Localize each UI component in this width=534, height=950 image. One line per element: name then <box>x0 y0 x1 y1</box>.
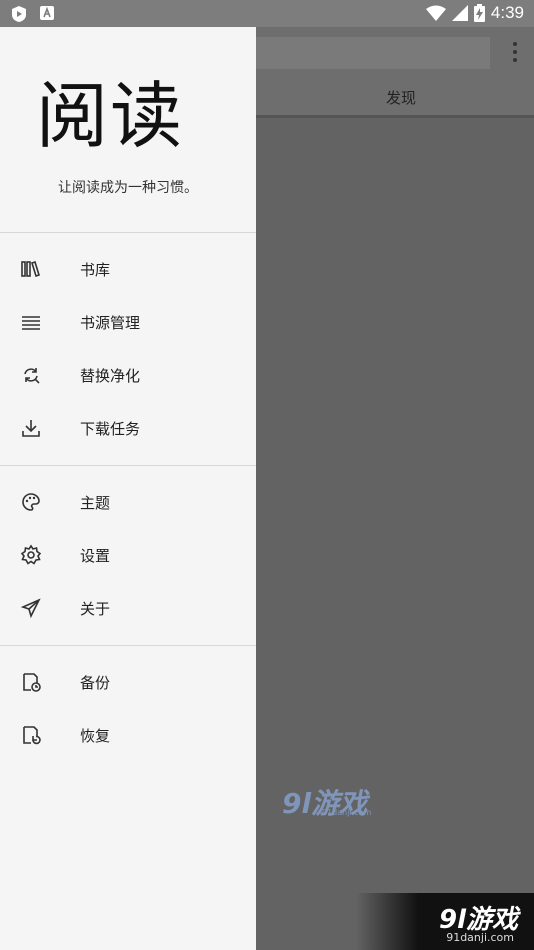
status-bar: 4:39 <box>0 0 534 27</box>
menu-label: 主题 <box>80 493 111 512</box>
palette-icon <box>22 493 40 511</box>
app-slogan: 让阅读成为一种习惯。 <box>58 180 198 196</box>
download-icon <box>22 420 40 437</box>
menu-label: 下载任务 <box>80 419 141 438</box>
menu-item-settings[interactable]: 设置 <box>0 530 256 580</box>
menu-label: 设置 <box>80 546 111 565</box>
play-shield-icon <box>12 6 26 22</box>
replace-icon <box>24 368 40 384</box>
a-notification-icon <box>40 6 54 20</box>
restore-icon <box>23 726 41 745</box>
signal-icon <box>451 5 468 21</box>
more-vert-icon[interactable] <box>510 41 520 63</box>
drawer-divider <box>0 645 256 646</box>
gear-icon <box>20 544 42 565</box>
app-bar: 发现 <box>256 27 534 118</box>
watermark-logo-faint: 9l游戏 91danji.com <box>282 787 372 820</box>
drawer-divider <box>0 465 256 466</box>
bookshelf-icon <box>21 260 40 278</box>
menu-item-replace[interactable]: 替换净化 <box>0 350 256 400</box>
menu-item-about[interactable]: 关于 <box>0 583 256 633</box>
menu-label: 备份 <box>80 673 111 692</box>
navigation-drawer: 阅读 让阅读成为一种习惯。 书库 书源管理 替换净化 下载任务 主题 设置 关于… <box>0 27 256 950</box>
tab-divider <box>256 115 534 118</box>
list-icon <box>22 316 40 330</box>
drawer-divider <box>0 232 256 233</box>
watermark-url: 91danji.com <box>446 931 514 944</box>
tab-find[interactable]: 发现 <box>386 87 416 108</box>
menu-item-theme[interactable]: 主题 <box>0 477 256 527</box>
wifi-icon <box>425 5 446 21</box>
menu-label: 书库 <box>80 260 111 279</box>
watermark-badge: 9l游戏 91danji.com <box>356 893 534 950</box>
menu-label: 恢复 <box>80 726 111 745</box>
drawer-scrim[interactable]: 发现 9l游戏 91danji.com <box>256 27 534 950</box>
menu-item-download[interactable]: 下载任务 <box>0 403 256 453</box>
app-logo: 阅读 <box>36 74 185 158</box>
battery-charging-icon <box>473 4 485 22</box>
menu-item-bookshelf[interactable]: 书库 <box>0 244 256 294</box>
menu-label: 替换净化 <box>80 366 141 385</box>
search-bar[interactable] <box>256 37 490 69</box>
menu-item-backup[interactable]: 备份 <box>0 657 256 707</box>
send-icon <box>20 598 41 619</box>
backup-icon <box>23 673 41 692</box>
status-time: 4:39 <box>490 3 524 22</box>
menu-label: 关于 <box>80 599 111 618</box>
menu-item-book-source[interactable]: 书源管理 <box>0 297 256 347</box>
menu-item-restore[interactable]: 恢复 <box>0 710 256 760</box>
menu-label: 书源管理 <box>80 313 141 332</box>
